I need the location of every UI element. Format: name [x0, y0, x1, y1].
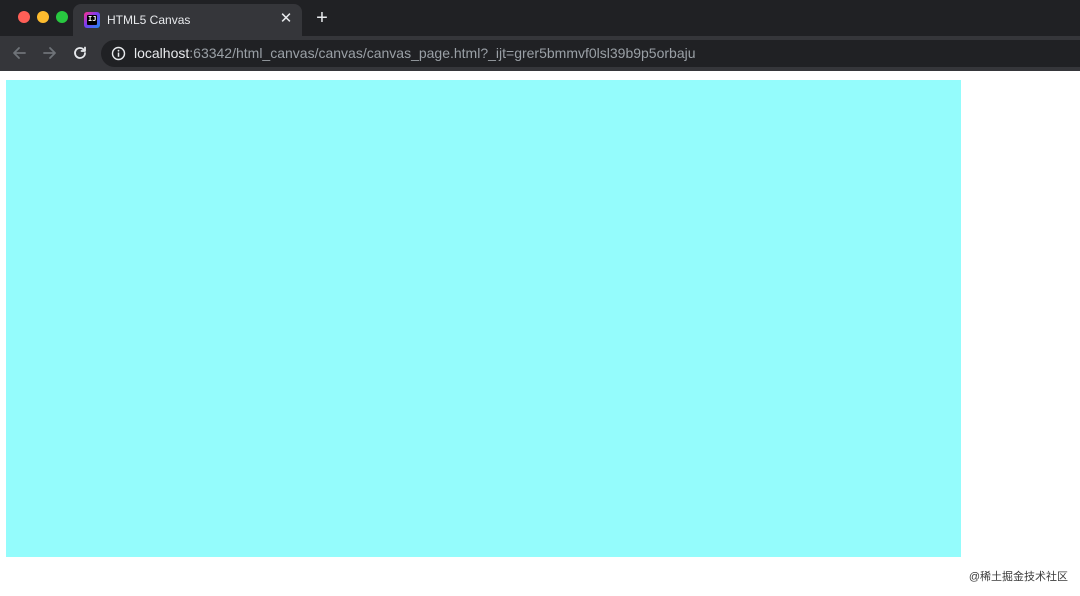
- tab-title: HTML5 Canvas: [107, 13, 191, 27]
- url-host: localhost: [134, 45, 190, 61]
- close-icon[interactable]: ✕: [278, 11, 294, 27]
- maximize-window-button[interactable]: [56, 11, 68, 23]
- watermark: @稀土掘金技术社区: [968, 571, 1068, 583]
- reload-icon: [74, 46, 86, 59]
- forward-arrow-icon: [43, 47, 56, 59]
- forward-button[interactable]: [40, 43, 60, 63]
- minimize-window-button[interactable]: [37, 11, 49, 23]
- plus-icon[interactable]: +: [313, 8, 331, 28]
- toolbar: localhost:63342/html_canvas/canvas/canva…: [0, 36, 1080, 71]
- back-button[interactable]: [9, 43, 29, 63]
- tab-html5-canvas[interactable]: IJ HTML5 Canvas ✕: [73, 4, 302, 36]
- favicon-text: IJ: [88, 15, 97, 23]
- url-text[interactable]: localhost:63342/html_canvas/canvas/canva…: [134, 45, 696, 62]
- intellij-favicon-icon: IJ: [84, 12, 100, 28]
- close-window-button[interactable]: [18, 11, 30, 23]
- info-icon[interactable]: [111, 46, 126, 61]
- back-arrow-icon: [13, 47, 26, 59]
- tab-strip: IJ HTML5 Canvas ✕ +: [0, 0, 1080, 36]
- browser-window: IJ HTML5 Canvas ✕ + localhost:63342/html…: [0, 0, 1080, 596]
- address-bar[interactable]: localhost:63342/html_canvas/canvas/canva…: [101, 40, 1080, 67]
- page-viewport: @稀土掘金技术社区: [0, 71, 1080, 596]
- reload-button[interactable]: [70, 43, 90, 63]
- url-path: :63342/html_canvas/canvas/canvas_page.ht…: [189, 45, 696, 61]
- canvas[interactable]: [6, 80, 961, 557]
